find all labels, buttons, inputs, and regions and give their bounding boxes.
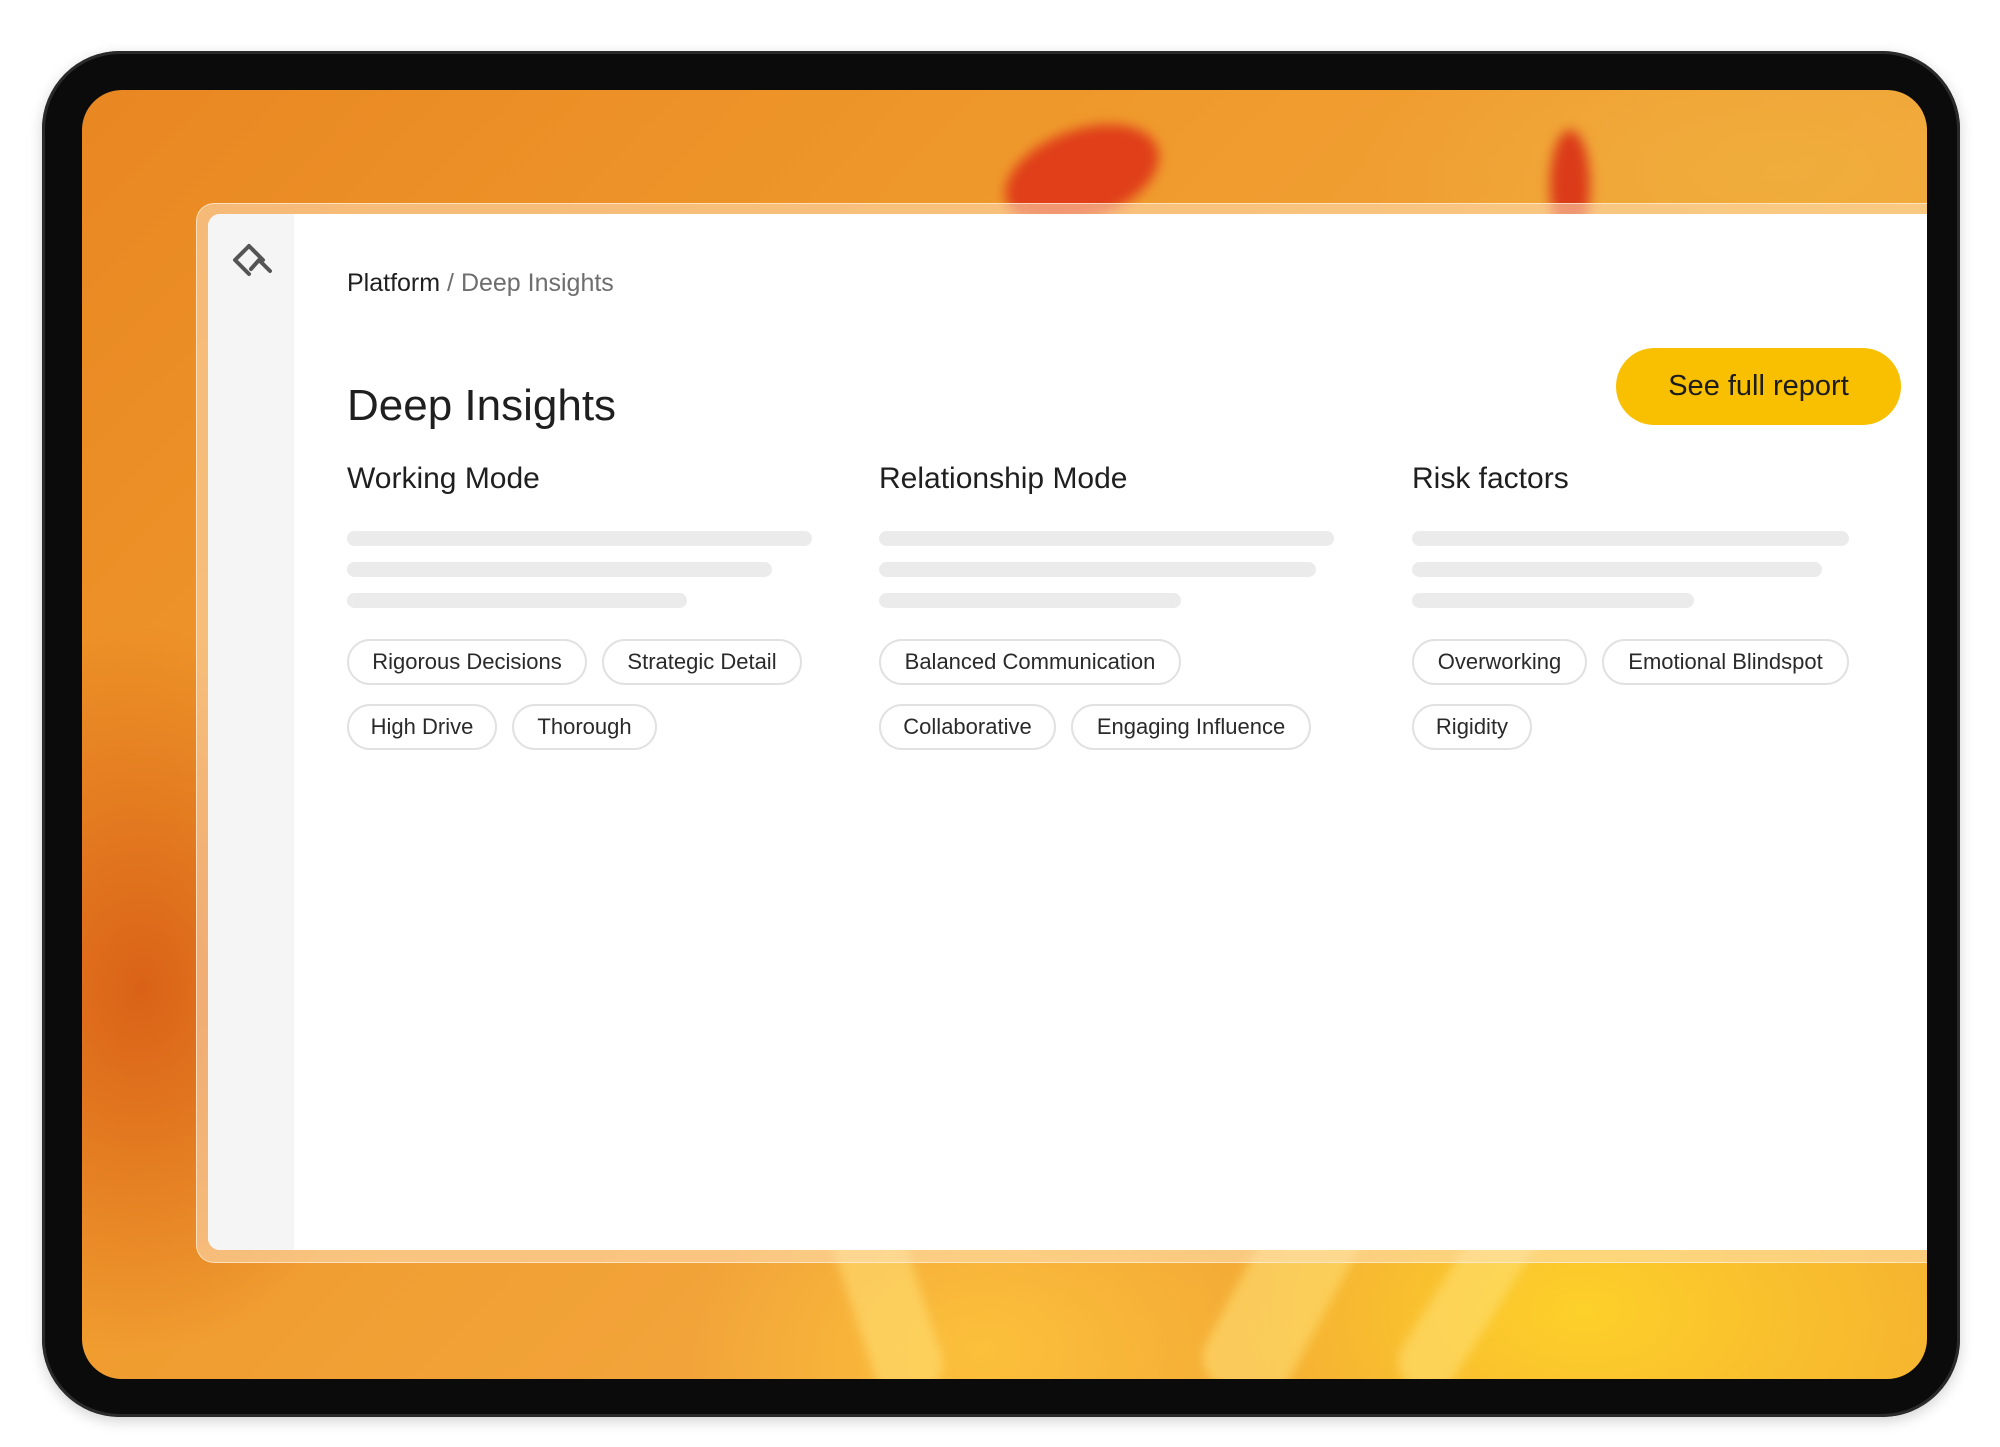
breadcrumb-root-link[interactable]: Platform [347,269,440,297]
tag-pill[interactable]: Collaborative [879,704,1056,750]
tag-pill[interactable]: Strategic Detail [602,639,802,685]
wallpaper: Platform / Deep Insights Deep Insights S… [82,90,1927,1379]
breadcrumb: Platform / Deep Insights [347,269,614,298]
skeleton-line [1412,531,1849,546]
tag-pill[interactable]: Thorough [512,704,657,750]
breadcrumb-current: Deep Insights [460,269,614,297]
skeleton-line [347,593,687,608]
section-title: Working Mode [347,462,540,495]
tag-pill[interactable]: Rigidity [1412,704,1532,750]
tag-pill[interactable]: Overworking [1412,639,1587,685]
diamond-logo-icon[interactable] [228,241,274,287]
tag-pill[interactable]: Rigorous Decisions [347,639,587,685]
skeleton-line [347,562,772,577]
skeleton-line [879,562,1316,577]
skeleton-line [879,593,1181,608]
skeleton-line [1412,562,1822,577]
tag-pill[interactable]: Engaging Influence [1071,704,1311,750]
skeleton-line [879,531,1334,546]
sidebar [208,214,294,1250]
section-relationship-mode: Relationship Mode Balanced Communication… [879,462,1349,750]
tag-pill[interactable]: Balanced Communication [879,639,1181,685]
section-title: Relationship Mode [879,462,1128,495]
tag-pill[interactable]: High Drive [347,704,497,750]
tag-pill[interactable]: Emotional Blindspot [1602,639,1849,685]
app-window: Platform / Deep Insights Deep Insights S… [208,214,1927,1250]
breadcrumb-separator: / [440,269,461,297]
page-title: Deep Insights [347,381,617,431]
see-full-report-button[interactable]: See full report [1616,348,1901,425]
skeleton-line [347,531,812,546]
section-working-mode: Working Mode Rigorous Decisions Strategi… [347,462,817,750]
skeleton-line [1412,593,1694,608]
section-title: Risk factors [1412,462,1569,495]
section-risk-factors: Risk factors Overworking Emotional Blind… [1412,462,1882,750]
